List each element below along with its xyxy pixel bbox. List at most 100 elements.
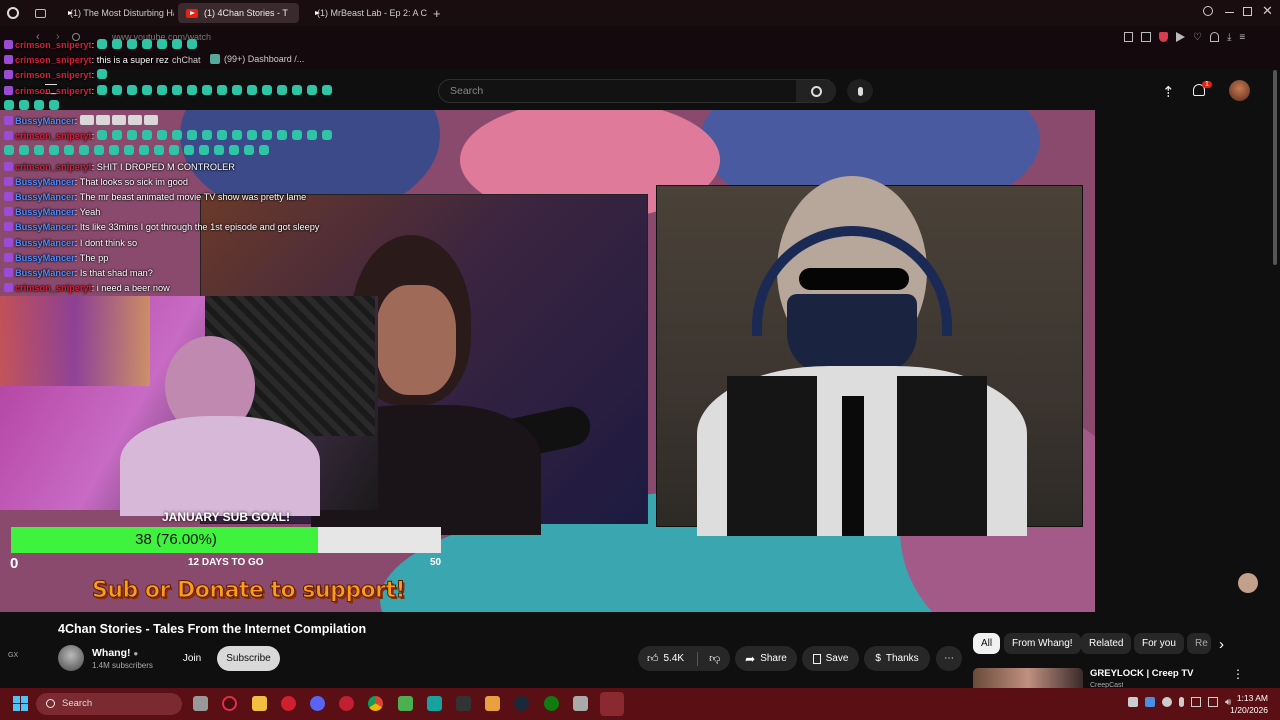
opera-gx-taskbar-icon[interactable] <box>222 696 237 711</box>
xbox-icon[interactable] <box>544 696 559 711</box>
verified-icon: ● <box>133 649 139 658</box>
recommended-title[interactable]: GREYLOCK | Creep TV <box>1090 668 1193 679</box>
video-title: 4Chan Stories - Tales From the Internet … <box>58 622 367 636</box>
bookmark-icon[interactable] <box>1124 32 1133 42</box>
save-button[interactable]: Save <box>802 646 859 671</box>
new-tab-icon[interactable]: + <box>433 6 441 21</box>
chat-emote-icon <box>306 130 317 141</box>
chat-emote-icon <box>19 145 29 156</box>
app-icon-orange[interactable] <box>485 696 500 711</box>
sub-goal-bar: 38 (76.00%) <box>11 527 441 553</box>
recommended-thumbnail[interactable] <box>973 668 1083 688</box>
chat-badge-icon <box>4 161 13 171</box>
heart-icon[interactable]: ♡ <box>1193 32 1202 43</box>
microphone-tray-icon[interactable] <box>1179 697 1184 707</box>
tray-icon[interactable] <box>1162 697 1172 707</box>
chat-badge-icon <box>4 131 13 141</box>
side-label: GX <box>8 652 19 659</box>
tray-icon[interactable] <box>1128 697 1138 707</box>
chat-overlay: crimson_sniperyt: crimson_sniperyt: this… <box>0 38 370 296</box>
chat-username: BussyMancer <box>15 268 75 279</box>
chip-all[interactable]: All <box>973 633 1001 654</box>
chat-username: BussyMancer <box>15 237 75 248</box>
app-icon-star[interactable] <box>456 696 471 711</box>
more-actions-button[interactable]: ⋯ <box>936 646 962 671</box>
search-input[interactable]: Search <box>438 79 836 103</box>
account-icon[interactable] <box>1209 32 1219 42</box>
chip-from-whang[interactable]: From Whang! <box>1004 633 1081 654</box>
chrome-icon[interactable] <box>368 696 383 711</box>
menu-icon[interactable]: ≡ <box>1239 32 1245 43</box>
scrollbar[interactable] <box>1273 70 1277 265</box>
task-view-icon[interactable] <box>193 696 208 711</box>
file-explorer-icon[interactable] <box>252 696 267 711</box>
player-icon[interactable] <box>1176 32 1185 42</box>
guest-left-face <box>376 285 456 395</box>
taskbar-search-icon <box>46 699 55 708</box>
chat-separator: : <box>91 70 97 81</box>
chat-emote-icon <box>34 145 44 156</box>
dislike-button[interactable]: 👎︎ <box>703 652 720 665</box>
chat-emote-icon <box>156 39 167 49</box>
windows-start-icon[interactable] <box>13 696 28 711</box>
app-icon-red[interactable] <box>281 696 296 711</box>
like-button[interactable]: 👍︎ 5.4K <box>638 652 684 665</box>
tab-1[interactable]: (1) The Most Disturbing Ha <box>56 3 174 23</box>
channel-name[interactable]: Whang! ● <box>92 647 138 659</box>
chat-badge-icon <box>4 55 13 65</box>
chat-badge-icon <box>4 85 13 95</box>
chat-emote-icon <box>124 145 134 156</box>
network-icon[interactable] <box>1208 697 1218 707</box>
chat-emote-icon <box>199 145 209 156</box>
chevron-right-icon[interactable]: › <box>1219 636 1224 653</box>
minimize-icon[interactable] <box>1225 12 1234 13</box>
thanks-button[interactable]: $ Thanks <box>864 646 930 671</box>
tray-icon[interactable] <box>1145 697 1155 707</box>
steam-icon[interactable] <box>514 696 529 711</box>
join-button[interactable]: Join <box>172 646 212 671</box>
share-button[interactable]: ➦ Share <box>735 646 797 671</box>
workspaces-icon[interactable] <box>35 8 46 18</box>
opera-logo-icon[interactable] <box>7 7 19 19</box>
chat-emote-icon <box>171 39 182 49</box>
clock[interactable]: 1:13 AM 1/20/2026 <box>1222 692 1268 716</box>
download-icon[interactable]: ⤓ <box>1227 32 1231 43</box>
close-icon[interactable]: ✕ <box>1262 3 1273 19</box>
app-icon-gray[interactable] <box>573 696 588 711</box>
chat-message <box>0 144 370 159</box>
subscribe-button[interactable]: Subscribe <box>217 646 280 671</box>
app-icon-green[interactable] <box>398 696 413 711</box>
taskbar-search-label: Search <box>62 698 93 709</box>
chip-related[interactable]: Related <box>1081 633 1132 654</box>
voice-search-button[interactable] <box>847 79 873 103</box>
maximize-icon[interactable] <box>1243 7 1252 16</box>
recommended-menu-icon[interactable]: ⋮ <box>1232 667 1244 681</box>
notifications-button[interactable]: 1 <box>1193 81 1212 96</box>
tray-icon[interactable] <box>1191 697 1201 707</box>
tab-3[interactable]: (1) MrBeast Lab - Ep 2: A C <box>303 3 429 23</box>
chat-emote-icon <box>4 145 14 156</box>
channel-avatar[interactable] <box>58 645 84 671</box>
chip-more[interactable]: Re <box>1187 633 1211 654</box>
chat-emote-icon <box>79 145 89 156</box>
chat-badge-icon <box>4 192 13 202</box>
tie <box>842 396 864 536</box>
discord-icon[interactable] <box>310 696 325 711</box>
search-button[interactable] <box>796 80 836 102</box>
chat-emote-icon <box>156 84 167 95</box>
chat-emote-icon <box>49 145 59 156</box>
tab-2[interactable]: (1) 4Chan Stories - T <box>178 3 299 23</box>
snapshot-icon[interactable] <box>1141 32 1151 42</box>
chip-for-you[interactable]: For you <box>1134 633 1184 654</box>
search-tabs-icon[interactable] <box>1203 6 1213 16</box>
avatar[interactable] <box>1229 80 1250 101</box>
chat-emote-icon <box>244 145 254 156</box>
chat-text: Is that shad man? <box>79 268 153 279</box>
vpn-shield-icon[interactable] <box>1159 32 1168 42</box>
taskbar-search[interactable]: Search <box>36 693 182 715</box>
opera-gx-active-icon[interactable] <box>600 692 624 716</box>
chat-username: crimson_sniperyt <box>15 161 92 172</box>
app-icon-teal[interactable] <box>427 696 442 711</box>
create-upload-icon[interactable]: ⇡ <box>1162 83 1175 101</box>
opera-gx-2-icon[interactable] <box>339 696 354 711</box>
